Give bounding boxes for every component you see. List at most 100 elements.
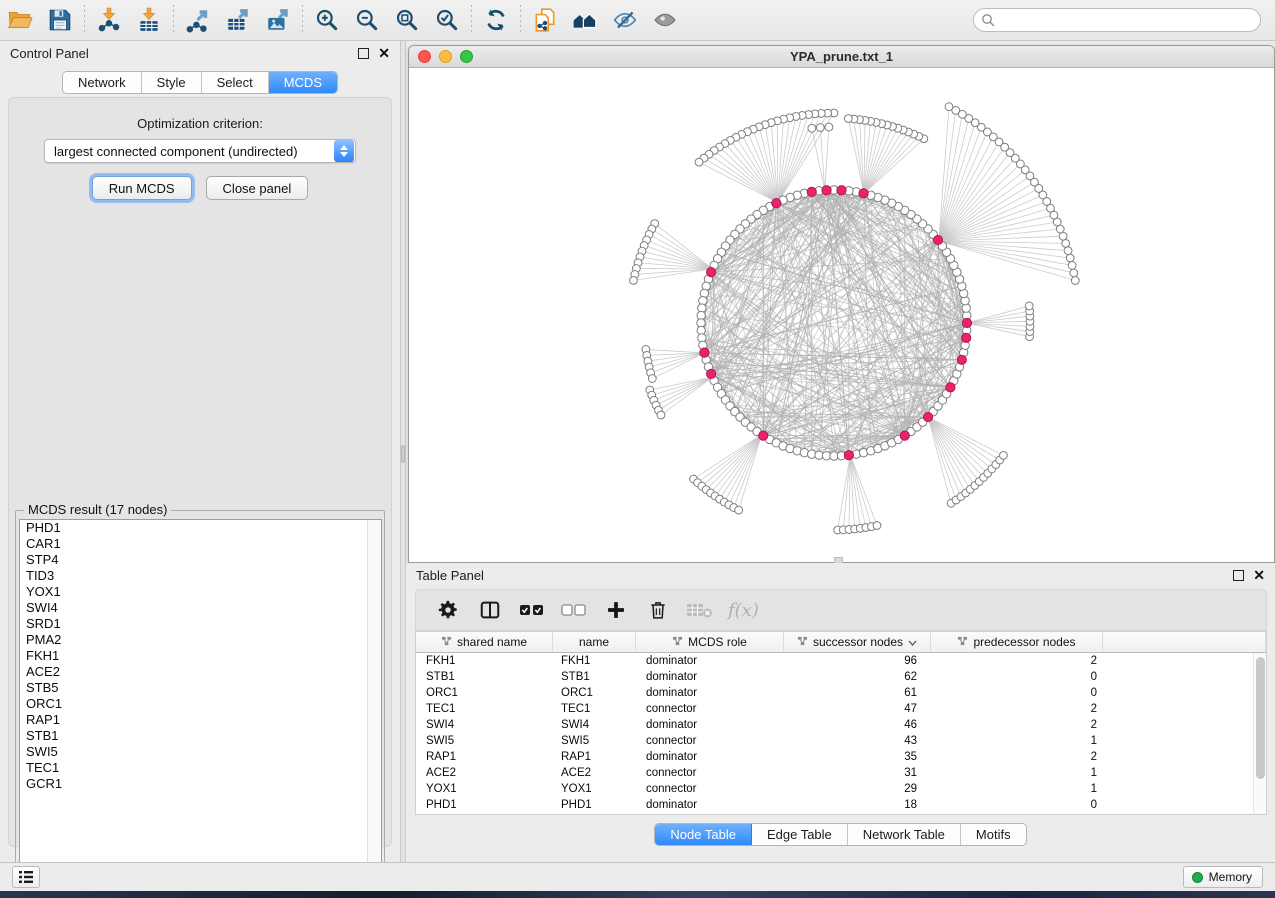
mcds-result-item[interactable]: RAP1 <box>20 712 381 728</box>
column-header-predecessor-nodes[interactable]: predecessor nodes <box>931 632 1103 652</box>
close-table-panel-icon[interactable]: ✕ <box>1253 570 1265 581</box>
copy-network-icon[interactable] <box>525 3 565 37</box>
table-tab-edge-table[interactable]: Edge Table <box>752 824 848 845</box>
cell: 43 <box>784 733 931 749</box>
memory-button[interactable]: Memory <box>1183 866 1263 888</box>
optimization-criterion-dropdown[interactable]: largest connected component (undirected) <box>44 139 356 163</box>
mcds-result-item[interactable]: SWI4 <box>20 600 381 616</box>
table-row[interactable]: YOX1YOX1connector291 <box>416 781 1266 797</box>
network-canvas[interactable] <box>409 68 1274 562</box>
hide-selected-icon[interactable] <box>605 3 645 37</box>
export-table-icon[interactable] <box>218 3 258 37</box>
cell: 1 <box>931 781 1103 797</box>
column-settings-icon[interactable] <box>434 595 462 625</box>
close-panel-button[interactable]: Close panel <box>206 176 309 200</box>
mcds-result-item[interactable]: STP4 <box>20 552 381 568</box>
delete-table-icon[interactable] <box>686 595 714 625</box>
mcds-result-item[interactable]: ORC1 <box>20 696 381 712</box>
table-row[interactable]: TEC1TEC1connector472 <box>416 701 1266 717</box>
tab-network[interactable]: Network <box>63 72 142 93</box>
first-neighbors-icon[interactable] <box>565 3 605 37</box>
open-folder-icon[interactable] <box>0 3 40 37</box>
column-header-shared-name[interactable]: shared name <box>416 632 553 652</box>
mcds-result-item[interactable]: SRD1 <box>20 616 381 632</box>
cell: PHD1 <box>553 797 636 813</box>
table-row[interactable]: ORC1ORC1dominator610 <box>416 685 1266 701</box>
mcds-result-item[interactable]: FKH1 <box>20 648 381 664</box>
search-input[interactable] <box>973 8 1261 32</box>
column-label: name <box>579 635 609 649</box>
desktop-wallpaper <box>0 891 1275 898</box>
import-table-icon[interactable] <box>129 3 169 37</box>
add-column-icon[interactable] <box>602 595 630 625</box>
mcds-result-item[interactable]: TID3 <box>20 568 381 584</box>
show-all-icon[interactable] <box>645 3 685 37</box>
delete-column-icon[interactable] <box>644 595 672 625</box>
mcds-result-item[interactable]: PMA2 <box>20 632 381 648</box>
table-row[interactable]: RAP1RAP1dominator352 <box>416 749 1266 765</box>
table-tab-motifs[interactable]: Motifs <box>961 824 1026 845</box>
result-list-scrollbar[interactable] <box>367 520 381 878</box>
mcds-result-item[interactable]: CAR1 <box>20 536 381 552</box>
export-network-icon[interactable] <box>178 3 218 37</box>
table-row[interactable]: SWI4SWI4dominator462 <box>416 717 1266 733</box>
table-scrollbar-thumb[interactable] <box>1256 657 1265 779</box>
column-header-MCDS-role[interactable]: MCDS role <box>636 632 784 652</box>
refresh-icon[interactable] <box>476 3 516 37</box>
table-row[interactable]: ACE2ACE2connector311 <box>416 765 1266 781</box>
network-window-titlebar[interactable]: YPA_prune.txt_1 <box>409 46 1274 68</box>
export-image-icon[interactable] <box>258 3 298 37</box>
function-builder-icon[interactable]: f(x) <box>728 595 759 625</box>
control-panel-titlebar: Control Panel ✕ <box>0 41 400 65</box>
column-menu-chevron-icon[interactable] <box>908 635 917 649</box>
deselect-all-icon[interactable] <box>560 595 588 625</box>
table-row[interactable]: STB1STB1dominator620 <box>416 669 1266 685</box>
mcds-result-item[interactable]: PHD1 <box>20 520 381 536</box>
show-columns-icon[interactable] <box>476 595 504 625</box>
cell: 31 <box>784 765 931 781</box>
mcds-result-list[interactable]: PHD1CAR1STP4TID3YOX1SWI4SRD1PMA2FKH1ACE2… <box>19 519 382 879</box>
cell: SWI4 <box>553 717 636 733</box>
mcds-result-item[interactable]: GCR1 <box>20 776 381 792</box>
column-label: MCDS role <box>688 635 747 649</box>
float-table-panel-icon[interactable] <box>1233 570 1244 581</box>
column-header-name[interactable]: name <box>553 632 636 652</box>
column-header-successor-nodes[interactable]: successor nodes <box>784 632 931 652</box>
mcds-result-item[interactable]: STB5 <box>20 680 381 696</box>
table-row[interactable]: SWI5SWI5connector431 <box>416 733 1266 749</box>
network-graph[interactable] <box>409 68 1274 562</box>
table-scrollbar[interactable] <box>1253 653 1266 814</box>
tab-select[interactable]: Select <box>202 72 269 93</box>
splitter-grip[interactable] <box>401 445 405 463</box>
table-tab-network-table[interactable]: Network Table <box>848 824 961 845</box>
mcds-result-item[interactable]: ACE2 <box>20 664 381 680</box>
zoom-fit-icon[interactable] <box>387 3 427 37</box>
float-panel-icon[interactable] <box>358 48 369 59</box>
select-all-icon[interactable] <box>518 595 546 625</box>
tab-mcds[interactable]: MCDS <box>269 72 337 93</box>
close-panel-icon[interactable]: ✕ <box>378 48 390 59</box>
table-row[interactable]: PHD1PHD1dominator180 <box>416 797 1266 813</box>
task-history-button[interactable] <box>12 866 40 888</box>
cell: dominator <box>636 797 784 813</box>
mcds-result-item[interactable]: SWI5 <box>20 744 381 760</box>
cell: ORC1 <box>553 685 636 701</box>
zoom-selected-icon[interactable] <box>427 3 467 37</box>
save-session-icon[interactable] <box>40 3 80 37</box>
zoom-out-icon[interactable] <box>347 3 387 37</box>
cell: TEC1 <box>416 701 553 717</box>
toolbar-separator <box>84 5 85 35</box>
mcds-result-item[interactable]: STB1 <box>20 728 381 744</box>
tab-style[interactable]: Style <box>142 72 202 93</box>
memory-status-icon <box>1192 872 1203 883</box>
mcds-result-item[interactable]: TEC1 <box>20 760 381 776</box>
network-window-title: YPA_prune.txt_1 <box>409 49 1274 64</box>
shared-column-icon <box>672 635 683 649</box>
zoom-in-icon[interactable] <box>307 3 347 37</box>
import-network-icon[interactable] <box>89 3 129 37</box>
run-mcds-button[interactable]: Run MCDS <box>92 176 192 200</box>
table-row[interactable]: FKH1FKH1dominator962 <box>416 653 1266 669</box>
mcds-result-item[interactable]: YOX1 <box>20 584 381 600</box>
table-body: FKH1FKH1dominator962STB1STB1dominator620… <box>416 653 1266 813</box>
table-tab-node-table[interactable]: Node Table <box>655 824 752 845</box>
